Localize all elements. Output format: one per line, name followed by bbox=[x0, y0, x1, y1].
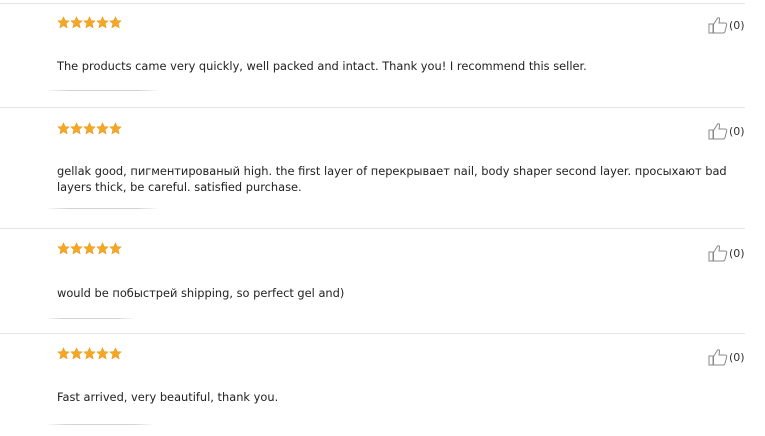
star-icon bbox=[109, 16, 122, 29]
blurred-meta bbox=[45, 318, 135, 319]
star-icon bbox=[109, 347, 122, 360]
blurred-meta bbox=[45, 90, 160, 91]
star-icon bbox=[83, 242, 96, 255]
helpful-count: (0) bbox=[729, 350, 745, 364]
star-rating bbox=[57, 242, 122, 256]
helpful-button[interactable]: (0) bbox=[708, 348, 745, 366]
star-icon bbox=[96, 122, 109, 135]
helpful-count: (0) bbox=[729, 124, 745, 138]
divider bbox=[0, 228, 745, 229]
review-text: gellak good, пигментированый high. the f… bbox=[57, 164, 727, 194]
review-text: The products came very quickly, well pac… bbox=[57, 59, 587, 73]
star-icon bbox=[57, 347, 70, 360]
star-icon bbox=[70, 16, 83, 29]
star-icon bbox=[57, 122, 70, 135]
blurred-meta bbox=[45, 424, 155, 425]
divider bbox=[0, 107, 745, 108]
star-rating bbox=[57, 347, 122, 361]
thumbs-up-icon bbox=[708, 17, 728, 34]
helpful-button[interactable]: (0) bbox=[708, 16, 745, 34]
helpful-count: (0) bbox=[729, 18, 745, 32]
thumbs-up-icon bbox=[708, 245, 728, 262]
review-text: Fast arrived, very beautiful, thank you. bbox=[57, 390, 279, 404]
helpful-count: (0) bbox=[729, 246, 745, 260]
star-icon bbox=[109, 122, 122, 135]
star-rating bbox=[57, 122, 122, 136]
star-icon bbox=[83, 122, 96, 135]
star-icon bbox=[83, 347, 96, 360]
review-list: (0) The products came very quickly, well… bbox=[0, 0, 765, 436]
star-icon bbox=[96, 242, 109, 255]
helpful-button[interactable]: (0) bbox=[708, 244, 745, 262]
star-icon bbox=[70, 122, 83, 135]
star-icon bbox=[57, 16, 70, 29]
review-text: would be побыстрей shipping, so perfect … bbox=[57, 286, 345, 300]
blurred-meta bbox=[45, 208, 160, 209]
star-icon bbox=[57, 242, 70, 255]
helpful-button[interactable]: (0) bbox=[708, 122, 745, 140]
star-icon bbox=[109, 242, 122, 255]
star-rating bbox=[57, 16, 122, 30]
thumbs-up-icon bbox=[708, 123, 728, 140]
divider bbox=[0, 333, 745, 334]
star-icon bbox=[96, 16, 109, 29]
thumbs-up-icon bbox=[708, 349, 728, 366]
star-icon bbox=[70, 242, 83, 255]
divider bbox=[0, 3, 745, 4]
star-icon bbox=[96, 347, 109, 360]
star-icon bbox=[83, 16, 96, 29]
star-icon bbox=[70, 347, 83, 360]
